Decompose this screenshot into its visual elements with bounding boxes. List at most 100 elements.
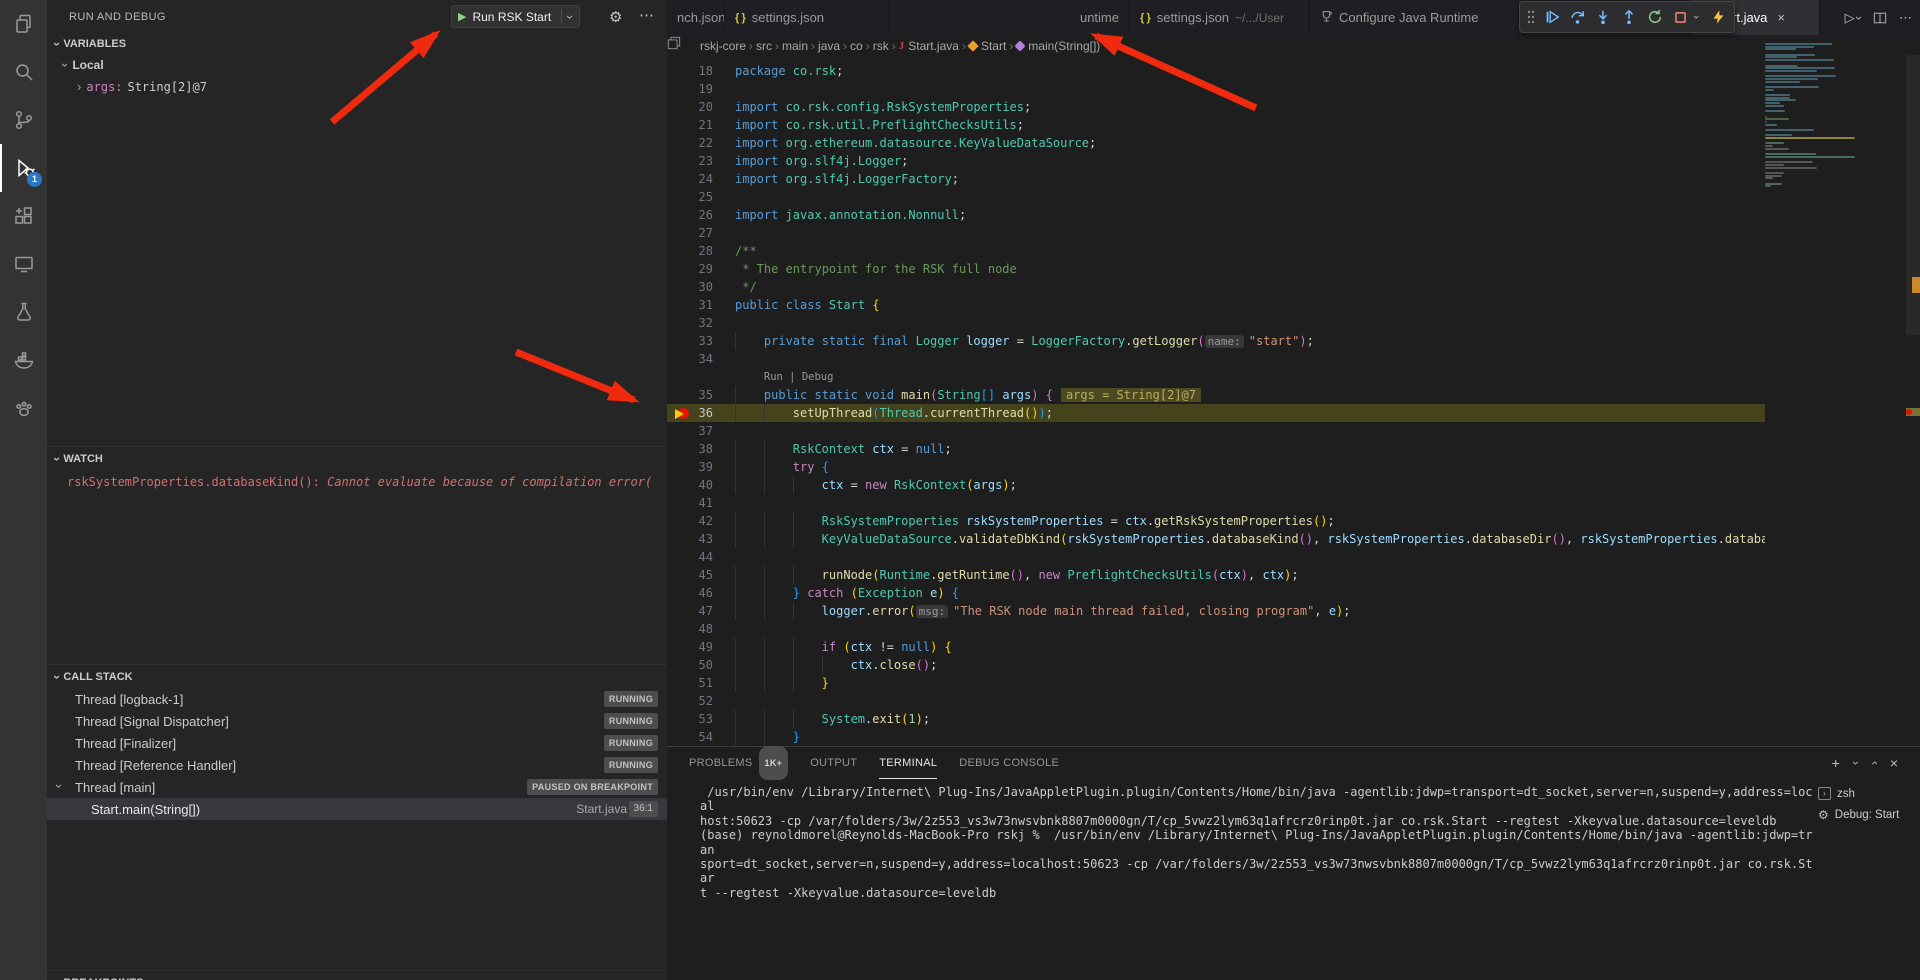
chevron-down-icon[interactable]: › (1851, 761, 1861, 765)
line-number[interactable]: 54 (667, 728, 713, 746)
terminal-instance-debug-start[interactable]: ⚙Debug: Start (1818, 804, 1918, 825)
step-over-icon[interactable] (1566, 4, 1590, 30)
watch-section-header[interactable]: › WATCH (47, 448, 667, 470)
call-stack-thread[interactable]: Thread [logback-1]RUNNING (47, 688, 667, 710)
call-stack-thread[interactable]: ›Thread [main]PAUSED ON BREAKPOINT (47, 776, 667, 798)
gear-icon[interactable]: ⚙ (609, 8, 622, 26)
code-line-51[interactable]: 51} (667, 674, 1765, 692)
code-line-48[interactable]: 48 (667, 620, 1765, 638)
tab-configure-java-runtime[interactable]: Configure Java Runtime (1310, 0, 1525, 35)
line-number[interactable]: 47 (667, 602, 713, 620)
breadcrumb-item[interactable]: java (818, 39, 840, 53)
chevron-down-icon[interactable]: › (565, 14, 575, 18)
code-line-32[interactable]: 32 (667, 314, 1765, 332)
line-number[interactable]: 45 (667, 566, 713, 584)
close-icon[interactable]: × (1777, 10, 1785, 25)
activity-remote-explorer-icon[interactable] (0, 240, 47, 288)
line-number[interactable]: 33 (667, 332, 713, 350)
continue-icon[interactable] (1540, 4, 1564, 30)
panel-tab-problems[interactable]: PROBLEMS1K+ (689, 747, 788, 779)
code-line-20[interactable]: 20import co.rsk.config.RskSystemProperti… (667, 98, 1765, 116)
code-line-49[interactable]: 49if (ctx != null) { (667, 638, 1765, 656)
call-stack-section-header[interactable]: › CALL STACK (47, 666, 667, 688)
breadcrumb-item[interactable]: main(String[]) (1016, 39, 1100, 53)
breadcrumb-item[interactable]: main (782, 39, 808, 53)
code-line-44[interactable]: 44 (667, 548, 1765, 566)
maximize-panel-icon[interactable]: › (1869, 761, 1879, 765)
line-number[interactable]: 53 (667, 710, 713, 728)
code-line-31[interactable]: 31public class Start { (667, 296, 1765, 314)
line-number[interactable]: 31 (667, 296, 713, 314)
drag-grip-icon[interactable] (1524, 9, 1538, 25)
panel-tab-terminal[interactable]: TERMINAL (879, 747, 937, 779)
step-out-icon[interactable] (1617, 4, 1641, 30)
run-configuration-button[interactable]: ▶ Run RSK Start › (451, 5, 580, 28)
code-line-33[interactable]: 33private static final Logger logger = L… (667, 332, 1765, 350)
code-line-39[interactable]: 39try { (667, 458, 1765, 476)
activity-search-icon[interactable] (0, 48, 47, 96)
panel-tab-output[interactable]: OUTPUT (810, 747, 857, 779)
code-line-30[interactable]: 30 */ (667, 278, 1765, 296)
code-line-22[interactable]: 22import org.ethereum.datasource.KeyValu… (667, 134, 1765, 152)
call-stack-thread[interactable]: Thread [Reference Handler]RUNNING (47, 754, 667, 776)
activity-explorer-icon[interactable] (0, 0, 47, 48)
code-line-24[interactable]: 24import org.slf4j.LoggerFactory; (667, 170, 1765, 188)
watch-expression[interactable]: rskSystemProperties.databaseKind(): Cann… (67, 475, 651, 489)
code-line-46[interactable]: 46} catch (Exception e) { (667, 584, 1765, 602)
code-editor[interactable]: 18package co.rsk;1920import co.rsk.confi… (667, 62, 1765, 746)
open-editors-icon[interactable] (667, 36, 681, 55)
code-line-52[interactable]: 52 (667, 692, 1765, 710)
code-line-34[interactable]: 34 (667, 350, 1765, 368)
code-line-53[interactable]: 53System.exit(1); (667, 710, 1765, 728)
breadcrumb-item[interactable]: co (850, 39, 863, 53)
terminal-output[interactable]: /usr/bin/env /Library/Internet\ Plug-Ins… (700, 785, 1815, 900)
line-number[interactable]: 25 (667, 188, 713, 206)
line-number[interactable]: 26 (667, 206, 713, 224)
code-line-36[interactable]: 36setUpThread(Thread.currentThread()); (667, 404, 1765, 422)
activity-extensions-icon[interactable] (0, 192, 47, 240)
code-line-26[interactable]: 26import javax.annotation.Nonnull; (667, 206, 1765, 224)
close-panel-icon[interactable]: × (1890, 755, 1898, 771)
run-file-button[interactable]: ▷› (1845, 10, 1861, 26)
line-number[interactable]: 46 (667, 584, 713, 602)
code-line-21[interactable]: 21import co.rsk.util.PreflightChecksUtil… (667, 116, 1765, 134)
line-number[interactable]: 39 (667, 458, 713, 476)
line-number[interactable]: 49 (667, 638, 713, 656)
breadcrumb-item[interactable]: rsk (873, 39, 889, 53)
breadcrumb-item[interactable]: Start (969, 39, 1006, 53)
code-line-35[interactable]: 35public static void main(String[] args)… (667, 386, 1765, 404)
code-line-27[interactable]: 27 (667, 224, 1765, 242)
line-number[interactable]: 34 (667, 350, 713, 368)
line-number[interactable]: 19 (667, 80, 713, 98)
breadcrumb-item[interactable]: JStart.java (899, 39, 959, 53)
code-line-29[interactable]: 29 * The entrypoint for the RSK full nod… (667, 260, 1765, 278)
activity-run-debug-icon[interactable]: 1 (0, 144, 47, 192)
line-number[interactable]: 52 (667, 692, 713, 710)
code-line-23[interactable]: 23import org.slf4j.Logger; (667, 152, 1765, 170)
line-number[interactable]: 36 (667, 404, 713, 422)
line-number[interactable]: 48 (667, 620, 713, 638)
line-number[interactable]: 37 (667, 422, 713, 440)
line-number[interactable]: 41 (667, 494, 713, 512)
line-number[interactable]: 32 (667, 314, 713, 332)
line-number[interactable]: 30 (667, 278, 713, 296)
line-number[interactable]: 35 (667, 386, 713, 404)
breakpoint-current-line-icon[interactable] (676, 407, 689, 420)
line-number[interactable]: 50 (667, 656, 713, 674)
code-line-50[interactable]: 50ctx.close(); (667, 656, 1765, 674)
code-line-25[interactable]: 25 (667, 188, 1765, 206)
code-line-37[interactable]: 37 (667, 422, 1765, 440)
tab-settings-json[interactable]: { }settings.json~/.../User (1130, 0, 1310, 35)
call-stack-frame-selected[interactable]: Start.main(String[])Start.java36:1 (47, 798, 667, 820)
call-stack-thread[interactable]: Thread [Signal Dispatcher]RUNNING (47, 710, 667, 732)
line-number[interactable]: 43 (667, 530, 713, 548)
breadcrumb-item[interactable]: rskj-core (700, 39, 746, 53)
line-number[interactable]: 38 (667, 440, 713, 458)
codelens-run-debug[interactable]: Run | Debug (667, 368, 1765, 386)
variable-args[interactable]: › args: String[2]@7 (77, 80, 207, 94)
panel-tab-debug-console[interactable]: DEBUG CONSOLE (959, 747, 1059, 779)
line-number[interactable]: 27 (667, 224, 713, 242)
line-number[interactable]: 51 (667, 674, 713, 692)
line-number[interactable]: 21 (667, 116, 713, 134)
breadcrumb-item[interactable]: src (756, 39, 772, 53)
